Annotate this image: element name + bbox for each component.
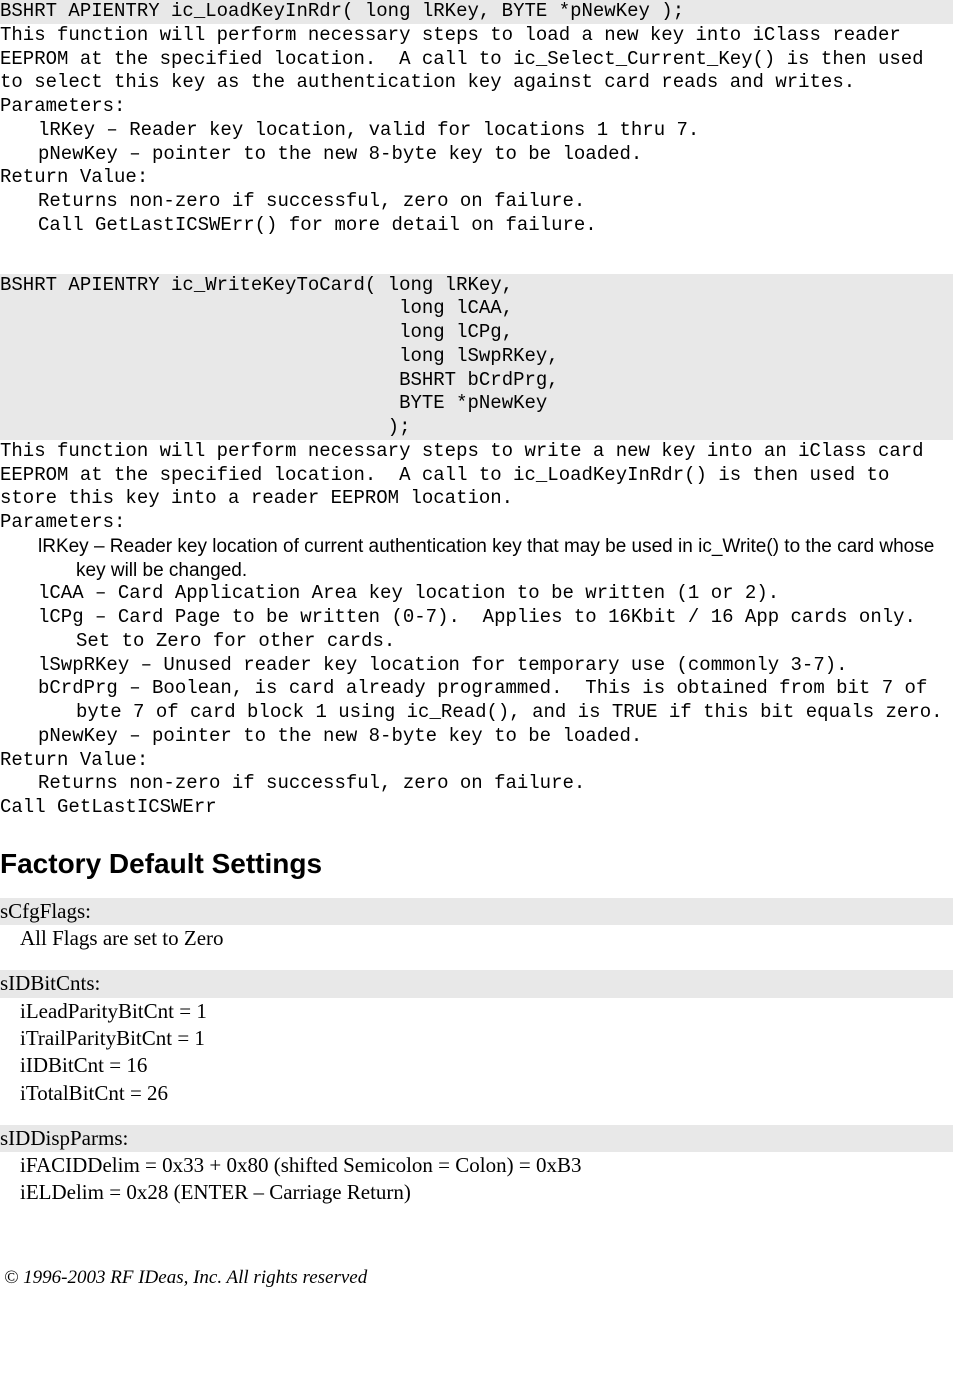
func1-param-lrkey: lRKey – Reader key location, valid for l… xyxy=(0,119,953,143)
sidbitcnts-value-3: iIDBitCnt = 16 xyxy=(0,1052,953,1079)
func2-param-pnewkey: pNewKey – pointer to the new 8-byte key … xyxy=(0,725,953,749)
func1-return-2: Call GetLastICSWErr() for more detail on… xyxy=(0,214,953,238)
siddispparms-value-2: iELDelim = 0x28 (ENTER – Carriage Return… xyxy=(0,1179,953,1206)
func1-signature: BSHRT APIENTRY ic_LoadKeyInRdr( long lRK… xyxy=(0,0,953,24)
sidbitcnts-label: sIDBitCnts: xyxy=(0,970,953,997)
func2-tail: Call GetLastICSWErr xyxy=(0,796,953,820)
func2-param-lswprkey: lSwpRKey – Unused reader key location fo… xyxy=(0,654,953,678)
func2-param-lcpg: lCPg – Card Page to be written (0-7). Ap… xyxy=(0,606,953,654)
func1-return-1: Returns non-zero if successful, zero on … xyxy=(0,190,953,214)
func2-return-label: Return Value: xyxy=(0,749,953,773)
func2-param-bcrdprg: bCrdPrg – Boolean, is card already progr… xyxy=(0,677,953,725)
func1-description: This function will perform necessary ste… xyxy=(0,24,953,95)
func2-params-label: Parameters: xyxy=(0,511,953,535)
sidbitcnts-value-2: iTrailParityBitCnt = 1 xyxy=(0,1025,953,1052)
copyright-footer: © 1996-2003 RF IDeas, Inc. All rights re… xyxy=(0,1267,953,1289)
func1-return-label: Return Value: xyxy=(0,166,953,190)
scfgflags-label: sCfgFlags: xyxy=(0,898,953,925)
siddispparms-label: sIDDispParms: xyxy=(0,1125,953,1152)
func2-param-lrkey: lRKey – Reader key location of current a… xyxy=(0,535,953,583)
sidbitcnts-value-1: iLeadParityBitCnt = 1 xyxy=(0,998,953,1025)
siddispparms-value-1: iFACIDDelim = 0x33 + 0x80 (shifted Semic… xyxy=(0,1152,953,1179)
scfgflags-value-1: All Flags are set to Zero xyxy=(0,925,953,952)
sidbitcnts-value-4: iTotalBitCnt = 26 xyxy=(0,1080,953,1107)
func2-signature: BSHRT APIENTRY ic_WriteKeyToCard( long l… xyxy=(0,274,953,440)
func2-param-lcaa: lCAA – Card Application Area key locatio… xyxy=(0,582,953,606)
func1-params-label: Parameters: xyxy=(0,95,953,119)
func2-description: This function will perform necessary ste… xyxy=(0,440,953,511)
func2-return-1: Returns non-zero if successful, zero on … xyxy=(0,772,953,796)
func1-param-pnewkey: pNewKey – pointer to the new 8-byte key … xyxy=(0,143,953,167)
factory-heading: Factory Default Settings xyxy=(0,848,953,880)
